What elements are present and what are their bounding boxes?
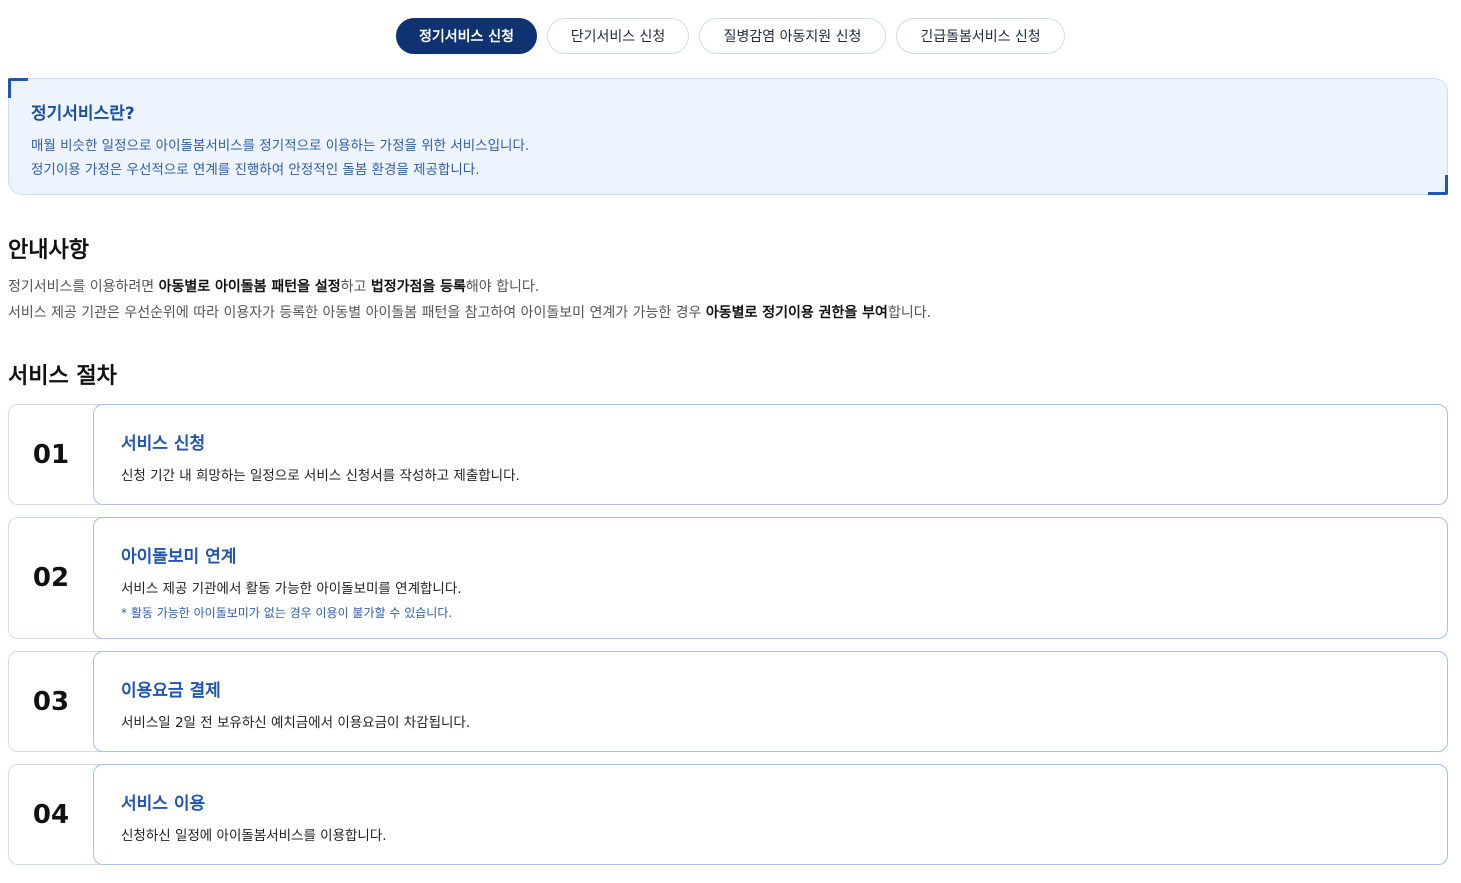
step-item: 02 아이돌보미 연계 서비스 제공 기관에서 활동 가능한 아이돌보미를 연계… xyxy=(8,517,1448,639)
intro-box: 정기서비스란? 매월 비슷한 일정으로 아이돌봄서비스를 정기적으로 이용하는 … xyxy=(8,78,1448,195)
step-title: 서비스 이용 xyxy=(121,794,206,814)
notice-emphasis: 아동별로 정기이용 권한을 부여 xyxy=(705,305,888,321)
step-description: 신청 기간 내 희망하는 일정으로 서비스 신청서를 작성하고 제출합니다. xyxy=(121,468,520,484)
step-content: 이용요금 결제 서비스일 2일 전 보유하신 예치금에서 이용요금이 차감됩니다… xyxy=(93,651,1448,752)
step-content: 아이돌보미 연계 서비스 제공 기관에서 활동 가능한 아이돌보미를 연계합니다… xyxy=(93,517,1448,639)
service-tabs: 정기서비스 신청 단기서비스 신청 질병감염 아동지원 신청 긴급돌봄서비스 신… xyxy=(0,18,1461,54)
notice-text-part: 정기서비스를 이용하려면 xyxy=(8,279,159,295)
notice-emphasis: 아동별로 아이돌봄 패턴을 설정 xyxy=(158,279,341,295)
notice-heading: 안내사항 xyxy=(8,238,89,263)
step-description: 서비스일 2일 전 보유하신 예치금에서 이용요금이 차감됩니다. xyxy=(121,715,471,731)
step-number: 02 xyxy=(32,563,70,593)
corner-decoration xyxy=(1428,175,1448,195)
step-title: 서비스 신청 xyxy=(121,434,206,454)
step-description: 서비스 제공 기관에서 활동 가능한 아이돌보미를 연계합니다. xyxy=(121,581,462,597)
step-title: 아이돌보미 연계 xyxy=(121,547,237,567)
step-item: 04 서비스 이용 신청하신 일정에 아이돌봄서비스를 이용합니다. xyxy=(8,764,1448,865)
intro-line: 정기이용 가정은 우선적으로 연계를 진행하여 안정적인 돌봄 환경을 제공합니… xyxy=(31,162,480,178)
intro-title: 정기서비스란? xyxy=(31,104,135,124)
step-note: * 활동 가능한 아이돌보미가 없는 경우 이용이 불가할 수 있습니다. xyxy=(121,606,453,620)
step-title: 이용요금 결제 xyxy=(121,681,221,701)
notice-paragraph: 정기서비스를 이용하려면 아동별로 아이돌봄 패턴을 설정하고 법정가점을 등록… xyxy=(8,274,931,300)
step-number: 03 xyxy=(32,686,70,717)
step-item: 01 서비스 신청 신청 기간 내 희망하는 일정으로 서비스 신청서를 작성하… xyxy=(8,404,1448,505)
notice-paragraph: 서비스 제공 기관은 우선순위에 따라 이용자가 등록한 아동별 아이돌봄 패턴… xyxy=(8,300,931,326)
notice-text: 정기서비스를 이용하려면 아동별로 아이돌봄 패턴을 설정하고 법정가점을 등록… xyxy=(8,274,931,326)
step-number: 01 xyxy=(32,439,70,470)
notice-text-part: 서비스 제공 기관은 우선순위에 따라 이용자가 등록한 아동별 아이돌봄 패턴… xyxy=(8,305,706,321)
tab-emergency-care[interactable]: 긴급돌봄서비스 신청 xyxy=(896,18,1065,54)
tab-sick-child-support[interactable]: 질병감염 아동지원 신청 xyxy=(699,18,886,54)
step-content: 서비스 신청 신청 기간 내 희망하는 일정으로 서비스 신청서를 작성하고 제… xyxy=(93,404,1448,505)
step-number: 04 xyxy=(32,799,70,830)
step-description: 신청하신 일정에 아이돌봄서비스를 이용합니다. xyxy=(121,828,387,844)
tab-short-term-service[interactable]: 단기서비스 신청 xyxy=(547,18,689,54)
notice-text-part: 하고 xyxy=(340,279,371,295)
notice-emphasis: 법정가점을 등록 xyxy=(370,279,466,295)
step-content: 서비스 이용 신청하신 일정에 아이돌봄서비스를 이용합니다. xyxy=(93,764,1448,865)
procedure-steps: 01 서비스 신청 신청 기간 내 희망하는 일정으로 서비스 신청서를 작성하… xyxy=(8,404,1448,877)
corner-decoration xyxy=(8,78,28,98)
notice-text-part: 합니다. xyxy=(887,305,932,321)
procedure-heading: 서비스 절차 xyxy=(8,364,117,389)
intro-line: 매월 비슷한 일정으로 아이돌봄서비스를 정기적으로 이용하는 가정을 위한 서… xyxy=(31,138,530,154)
notice-text-part: 해야 합니다. xyxy=(465,279,540,295)
step-item: 03 이용요금 결제 서비스일 2일 전 보유하신 예치금에서 이용요금이 차감… xyxy=(8,651,1448,752)
tab-regular-service[interactable]: 정기서비스 신청 xyxy=(396,18,537,54)
